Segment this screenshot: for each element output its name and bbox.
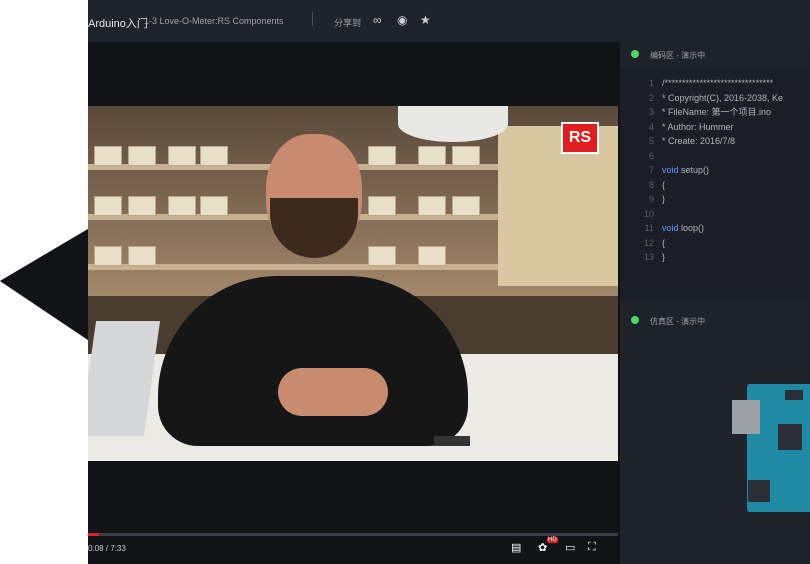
code-text: { [662,237,666,248]
drawer [418,146,446,166]
star-icon[interactable]: ★ [420,13,431,27]
drawer [368,246,396,266]
code-line[interactable]: 8{ [620,178,810,192]
code-text: } [662,252,666,262]
code-text: * Copyright(C), 2016-2038, Ke [662,92,784,103]
video-frame[interactable]: RS [88,106,618,461]
drawer [368,146,396,166]
progress-fill [88,533,99,536]
code-line[interactable]: 3 * FileName: 第一个项目.ino [620,105,810,119]
link-icon[interactable]: ∞ [373,13,382,27]
drawer [200,196,228,216]
hd-badge: HD [547,537,558,543]
simulator-header: 仿真区 - 演示中 [620,308,810,332]
drawer [418,246,446,266]
line-number: 1 [648,78,654,88]
code-line[interactable]: 1 /******************************* [620,76,810,90]
status-dot [631,316,639,324]
code-text: void loop() [662,223,705,233]
code-line[interactable]: 10 [620,207,810,221]
code-text: * Author: Hummer [662,121,734,132]
code-text: * FileName: 第一个项目.ino [662,107,772,117]
app-window: Arduino入门 1-3 Love-O-Meter:RS Components… [0,0,810,564]
drawer [452,196,480,216]
usb-connector [732,400,760,434]
line-number: 2 [648,92,654,103]
simulator-area[interactable] [620,330,810,564]
video-player[interactable]: RS 0:08 / 7:33 ▤ ✿ HD ▭ ⛶ [0,42,620,564]
power-jack [748,480,770,502]
lesson-title: 1-3 Love-O-Meter:RS Components [144,16,284,26]
code-keyword: void [662,165,679,175]
drawer [452,146,480,166]
line-number: 3 [648,107,654,117]
drawer [128,196,156,216]
video-controls: 0:08 / 7:33 ▤ ✿ HD ▭ ⛶ [88,533,620,564]
code-line[interactable]: 2 * Copyright(C), 2016-2038, Ke [620,91,810,105]
editor-header: 编码区 - 演示中 [620,42,810,66]
drawer [168,146,196,166]
top-bar: Arduino入门 1-3 Love-O-Meter:RS Components… [0,0,810,42]
rs-logo: RS [561,122,599,154]
drawer [128,146,156,166]
fullscreen-icon[interactable]: ⛶ [588,541,596,554]
code-keyword: void [662,223,679,233]
code-text: void setup() [662,165,710,175]
divider [312,12,313,26]
code-line[interactable]: 7 void setup() [620,163,810,177]
microcontroller-chip [778,424,802,450]
code-editor[interactable]: 1 /******************************* 2 * Cop… [620,70,810,300]
drawer [94,196,122,216]
drawer [418,196,446,216]
editor-label: 编码区 - 演示中 [650,51,706,60]
drawer [128,246,156,266]
code-line[interactable]: 5 * Create: 2016/7/8 [620,134,810,148]
line-number: 12 [643,237,654,248]
drawer [168,196,196,216]
weibo-icon[interactable]: ◉ [397,13,407,27]
presenter-hands [278,368,388,416]
line-number: 7 [648,165,654,175]
subtitles-icon[interactable]: ▤ [511,541,521,554]
reset-button [785,390,803,400]
share-label: 分享到 [334,18,362,28]
presenter-body [158,276,468,446]
code-text: * Create: 2016/7/8 [662,136,736,146]
line-number: 11 [644,223,654,233]
code-line[interactable]: 13} [620,250,810,264]
right-panel: 编码区 - 演示中 1 /****************************… [620,42,810,564]
code-text: } [662,194,666,204]
progress-bar[interactable] [88,533,618,536]
simulator-label: 仿真区 - 演示中 [650,317,706,326]
course-title[interactable]: Arduino入门 [88,15,148,31]
drawer [368,196,396,216]
code-line[interactable]: 11 void loop() [620,221,810,235]
line-number: 4 [648,121,654,132]
code-line[interactable]: 6 [620,149,810,163]
drawer [94,246,122,266]
code-text: { [662,179,666,190]
line-number: 10 [643,208,654,219]
code-text: /******************************* [662,78,774,88]
settings-icon[interactable]: ✿ [538,541,547,554]
theater-icon[interactable]: ▭ [565,541,575,554]
line-number: 8 [648,179,654,190]
desk-lamp [398,106,508,142]
tool-pegboard [498,126,618,286]
line-number: 6 [648,150,654,161]
code-line[interactable]: 12 { [620,236,810,250]
line-number: 5 [648,136,654,146]
line-number: 13 [643,252,654,262]
status-dot [631,50,639,58]
drawer [200,146,228,166]
line-number: 9 [648,194,654,204]
time-display: 0:08 / 7:33 [88,544,126,553]
code-line[interactable]: 4 * Author: Hummer [620,120,810,134]
drawer [94,146,122,166]
code-line[interactable]: 9} [620,192,810,206]
arduino-board [434,436,470,446]
